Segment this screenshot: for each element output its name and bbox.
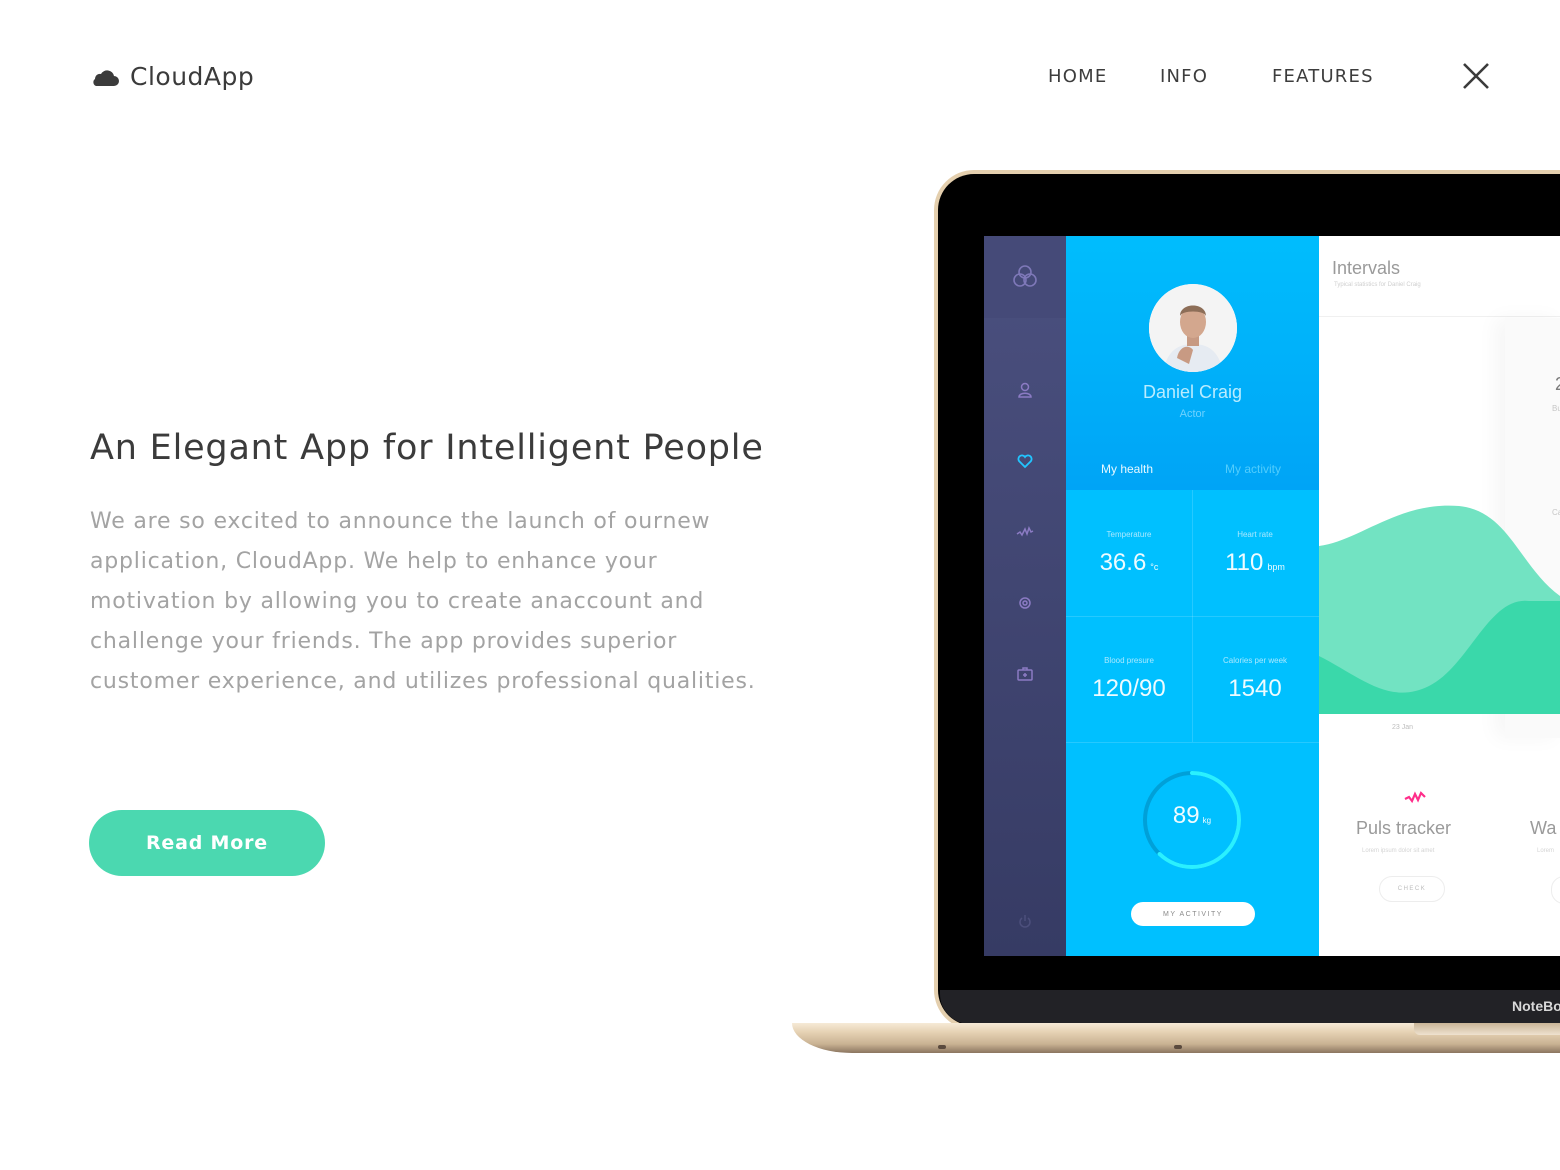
stat-label: Calories per week (1222, 656, 1288, 665)
laptop-foot (1174, 1045, 1182, 1049)
profile-name: Daniel Craig (1142, 382, 1243, 402)
stat-unit: bpm (1267, 562, 1285, 572)
stat-calories: Calories per week 1540 (1192, 656, 1318, 703)
sidebar-item-activity[interactable] (1014, 521, 1036, 543)
weight-unit: kg (1202, 816, 1212, 825)
intervals-title: Intervals (1332, 258, 1401, 278)
brand-logo[interactable]: CloudApp (88, 62, 254, 91)
grid-divider (1066, 742, 1319, 743)
sidebar-item-logout[interactable] (1014, 910, 1036, 932)
my-activity-button[interactable]: MY ACTIVITY (1131, 902, 1255, 926)
app-sidebar (984, 236, 1066, 956)
logo-icon (1013, 265, 1037, 287)
gear-icon (1019, 597, 1031, 609)
stat-label: Blood presure (1104, 656, 1154, 665)
tab-my-activity[interactable]: My activity (1225, 462, 1281, 476)
stat-blood-pressure: Blood presure 120/90 (1066, 656, 1192, 703)
feature-description: Lorem (1537, 848, 1555, 854)
weight-readout: 89 kg (1140, 802, 1244, 830)
feature-title: Puls tracker (1356, 818, 1452, 838)
stat-value: 120/90 (1092, 675, 1166, 702)
x-axis-label: 23 Jan (1392, 724, 1414, 731)
avatar-photo (1149, 284, 1237, 372)
pulse-icon (1016, 526, 1034, 537)
sidebar-item-settings[interactable] (1014, 592, 1036, 614)
laptop-chin (940, 990, 1560, 1024)
nav-info[interactable]: INFO (1160, 66, 1208, 87)
intervals-panel: Intervals Typical statistics for Daniel … (1319, 236, 1560, 956)
stat-heart-rate: Heart rate 110 bpm (1192, 530, 1318, 577)
summary-label: Bu (1552, 404, 1560, 413)
user-icon (1018, 382, 1032, 398)
intervals-area-chart (1319, 505, 1560, 714)
medkit-icon (1017, 667, 1033, 681)
laptop-foot (938, 1045, 946, 1049)
sidebar-item-health[interactable] (1014, 450, 1036, 472)
brand-name: CloudApp (130, 62, 255, 91)
close-button[interactable] (1460, 60, 1492, 92)
app-screen: Daniel Craig Actor My health My activity… (984, 236, 1560, 956)
grid-divider (1066, 616, 1319, 617)
avatar[interactable] (1149, 284, 1237, 372)
read-more-button[interactable]: Read More (89, 810, 325, 876)
stat-value: 36.6 (1099, 549, 1147, 576)
divider (1319, 316, 1560, 317)
sidebar-logo[interactable] (984, 236, 1066, 318)
tab-my-health[interactable]: My health (1101, 462, 1153, 476)
sidebar-item-profile[interactable] (1014, 379, 1036, 401)
weight-value: 89 (1172, 802, 1200, 829)
profile-panel: Daniel Craig Actor My health My activity… (1066, 236, 1319, 956)
profile-role: Actor (1179, 408, 1206, 420)
intervals-subtitle: Typical statistics for Daniel Craig (1334, 282, 1421, 288)
laptop-hinge (1414, 1023, 1560, 1035)
hero-description: We are so excited to announce the launch… (90, 509, 756, 694)
power-icon (1019, 915, 1031, 928)
stat-label: Heart rate (1237, 530, 1273, 539)
check-button[interactable]: CHECK (1379, 876, 1445, 902)
feature-description: Lorem ipsum dolor sit amet (1362, 848, 1435, 854)
stat-unit: °c (1150, 562, 1159, 572)
nav-features[interactable]: FEATURES (1272, 66, 1374, 87)
stat-temperature: Temperature 36.6 °c (1066, 530, 1192, 577)
hero-title: An Elegant App for Intelligent People (90, 428, 764, 468)
check-button[interactable] (1551, 876, 1560, 904)
stat-label: Temperature (1106, 530, 1152, 539)
sidebar-item-medical[interactable] (1014, 663, 1036, 685)
feature-title: Wa (1530, 818, 1557, 838)
heart-icon (1017, 454, 1033, 469)
cloud-icon (93, 69, 119, 86)
stat-value: 1540 (1228, 675, 1282, 702)
laptop-brand-label: NoteBo (1512, 998, 1560, 1014)
stat-value: 110 (1225, 549, 1264, 576)
close-icon (1463, 63, 1489, 89)
pulse-icon (1404, 791, 1426, 804)
nav-home[interactable]: HOME (1048, 66, 1107, 87)
summary-value: 2 (1555, 374, 1560, 395)
